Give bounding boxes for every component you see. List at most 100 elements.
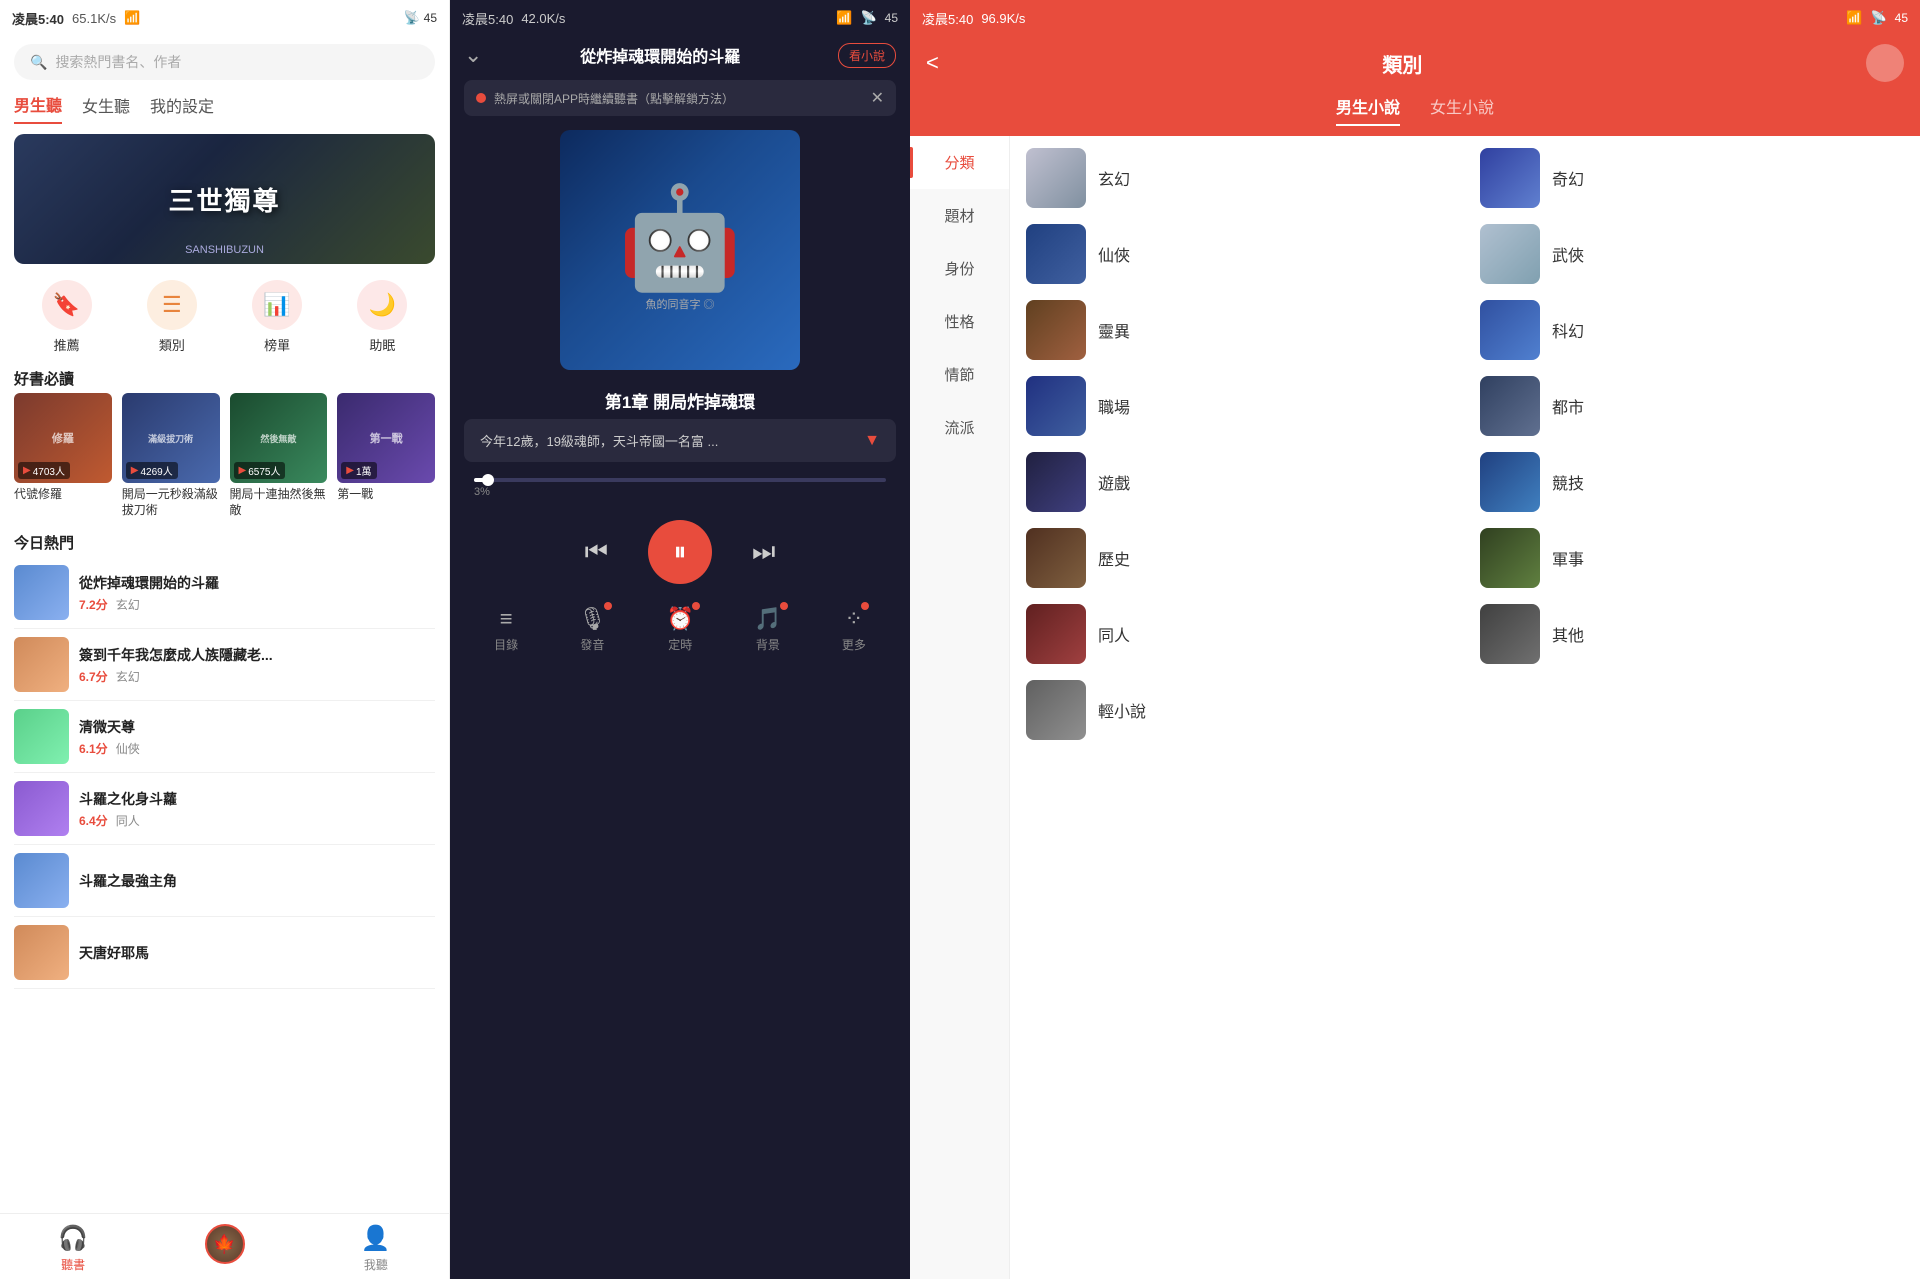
- sidebar-item-plot[interactable]: 情節: [910, 348, 1009, 401]
- genre-junshi[interactable]: 軍事: [1480, 528, 1904, 588]
- sidebar-item-personality[interactable]: 性格: [910, 295, 1009, 348]
- genre-lishi[interactable]: 歷史: [1026, 528, 1450, 588]
- book-badge-3: ▶ 1萬: [341, 462, 376, 479]
- genre-thumb-kehuan: [1480, 300, 1540, 360]
- banner-title: 三世獨尊: [168, 181, 280, 218]
- read-novel-button[interactable]: 看小說: [838, 43, 896, 68]
- hot-score-3: 6.4分: [79, 812, 108, 829]
- hot-item-2[interactable]: 清微天尊 6.1分 仙俠: [14, 701, 435, 773]
- progress-bar[interactable]: [474, 478, 886, 482]
- genre-qingxiao[interactable]: 輕小說: [1026, 680, 1450, 740]
- genre-kehuan[interactable]: 科幻: [1480, 300, 1904, 360]
- sidebar-item-classification[interactable]: 分類: [910, 136, 1009, 189]
- speed-3: 96.9K/s: [981, 11, 1025, 26]
- genre-wuxia[interactable]: 武俠: [1480, 224, 1904, 284]
- nav-audiobook[interactable]: 🎧 聽書: [58, 1224, 88, 1273]
- player-header: ⌄ 從炸掉魂環開始的斗羅 看小說: [450, 36, 910, 74]
- my-listen-icon: 👤: [361, 1224, 391, 1253]
- section-good-reads: 好書必讀: [0, 362, 449, 393]
- book-card-2[interactable]: 然後無敵 ▶ 6575人 開局十連抽然後無敵: [230, 393, 328, 518]
- book-cover-0: 修羅 ▶ 4703人: [14, 393, 112, 483]
- action-background[interactable]: 🎵 背景: [754, 606, 781, 653]
- category-back-button[interactable]: <: [926, 50, 939, 76]
- tab-male[interactable]: 男生聽: [14, 92, 62, 124]
- genre-zhichang[interactable]: 職場: [1026, 376, 1450, 436]
- action-category[interactable]: ☰ 類別: [147, 280, 197, 354]
- lyric-text: 今年12歲，19級魂師，天斗帝國一名富 ...: [480, 431, 856, 450]
- genre-xianxia[interactable]: 仙俠: [1026, 224, 1450, 284]
- hot-item-0[interactable]: 從炸掉魂環開始的斗羅 7.2分 玄幻: [14, 557, 435, 629]
- hot-title-0: 從炸掉魂環開始的斗羅: [79, 573, 435, 593]
- tab-female-novel[interactable]: 女生小說: [1430, 94, 1494, 126]
- action-more[interactable]: ⁘ 更多: [842, 606, 866, 653]
- hot-item-4[interactable]: 斗羅之最強主角: [14, 845, 435, 917]
- action-sleep[interactable]: 🌙 助眠: [357, 280, 407, 354]
- album-art-inner: 🤖 魚的同音字 ◎: [560, 130, 800, 370]
- play-icon-0: ▶: [23, 465, 31, 476]
- book-card-0[interactable]: 修羅 ▶ 4703人 代號修羅: [14, 393, 112, 518]
- hot-score-1: 6.7分: [79, 668, 108, 685]
- speed-1: 65.1K/s: [72, 11, 116, 26]
- sidebar-item-identity[interactable]: 身份: [910, 242, 1009, 295]
- genre-qihuan[interactable]: 奇幻: [1480, 148, 1904, 208]
- home-banner[interactable]: 三世獨尊 SANSHIBUZUN: [14, 134, 435, 264]
- action-voice[interactable]: 🎙 發音: [578, 606, 606, 653]
- player-bottom-actions: ≡ 目錄 🎙 發音 ⏰ 定時 🎵 背景 ⁘ 更多: [450, 596, 910, 673]
- hot-title-3: 斗羅之化身斗蘿: [79, 789, 435, 809]
- genre-name-dushi: 都市: [1552, 394, 1584, 418]
- category-sidebar: 分類 題材 身份 性格 情節 流派: [910, 136, 1010, 1279]
- genre-name-qihuan: 奇幻: [1552, 166, 1584, 190]
- player-back-button[interactable]: ⌄: [464, 42, 482, 68]
- hot-item-1[interactable]: 簽到千年我怎麼成人族隱藏老... 6.7分 玄幻: [14, 629, 435, 701]
- progress-thumb[interactable]: [482, 474, 494, 486]
- tab-male-novel[interactable]: 男生小說: [1336, 94, 1400, 126]
- prev-button[interactable]: ⏮: [585, 536, 608, 568]
- voice-label: 發音: [580, 636, 604, 653]
- nav-audiobook-label: 聽書: [61, 1256, 85, 1273]
- genre-xuanhuan[interactable]: 玄幻: [1026, 148, 1450, 208]
- sidebar-item-theme[interactable]: 題材: [910, 189, 1009, 242]
- hot-item-3[interactable]: 斗羅之化身斗蘿 6.4分 同人: [14, 773, 435, 845]
- genre-qita[interactable]: 其他: [1480, 604, 1904, 664]
- playlist-label: 目錄: [494, 636, 518, 653]
- status-bar-3: 凌晨5:40 96.9K/s 📶 📡 45: [910, 0, 1920, 36]
- search-bar[interactable]: 🔍 搜索熱門書名、作者: [14, 44, 435, 80]
- section-hot: 今日熱門: [0, 526, 449, 557]
- hot-title-4: 斗羅之最強主角: [79, 871, 435, 891]
- battery-3: 45: [1895, 11, 1908, 25]
- action-ranking[interactable]: 📊 榜單: [252, 280, 302, 354]
- genre-thumb-zhichang: [1026, 376, 1086, 436]
- genre-thumb-dushi: [1480, 376, 1540, 436]
- hot-item-5[interactable]: 天唐好耶馬: [14, 917, 435, 989]
- genre-tongren[interactable]: 同人: [1026, 604, 1450, 664]
- genre-youxi[interactable]: 遊戲: [1026, 452, 1450, 512]
- avatar-icon: 🍁: [205, 1224, 245, 1264]
- book-cover-1: 滿級拔刀術 ▶ 4269人: [122, 393, 220, 483]
- book-card-1[interactable]: 滿級拔刀術 ▶ 4269人 開局一元秒殺滿級拔刀術: [122, 393, 220, 518]
- action-recommend[interactable]: 🔖 推薦: [42, 280, 92, 354]
- action-playlist[interactable]: ≡ 目錄: [494, 606, 518, 653]
- ad-close-button[interactable]: ✕: [871, 88, 884, 108]
- nav-my-listen[interactable]: 👤 我聽: [361, 1224, 391, 1273]
- action-timer[interactable]: ⏰ 定時: [667, 606, 694, 653]
- pause-icon: ⏸: [673, 536, 686, 568]
- play-pause-button[interactable]: ⏸: [648, 520, 712, 584]
- banner-sub: SANSHIBUZUN: [185, 244, 264, 256]
- hot-info-2: 清微天尊 6.1分 仙俠: [79, 709, 435, 764]
- sidebar-item-genre[interactable]: 流派: [910, 401, 1009, 454]
- genre-linyi[interactable]: 靈異: [1026, 300, 1450, 360]
- voice-badge: [604, 602, 612, 610]
- genre-jingji[interactable]: 競技: [1480, 452, 1904, 512]
- genre-dushi[interactable]: 都市: [1480, 376, 1904, 436]
- user-avatar[interactable]: [1866, 44, 1904, 82]
- book-card-3[interactable]: 第一戰 ▶ 1萬 第一戰: [337, 393, 435, 518]
- hot-genre-0: 玄幻: [116, 596, 140, 613]
- play-icon-3: ▶: [346, 465, 354, 476]
- next-button[interactable]: ⏭: [752, 536, 775, 568]
- lyric-preview[interactable]: 今年12歲，19級魂師，天斗帝國一名富 ... ▼: [464, 419, 896, 462]
- hot-genre-1: 玄幻: [116, 668, 140, 685]
- tab-female[interactable]: 女生聽: [82, 93, 130, 123]
- tab-settings[interactable]: 我的設定: [150, 93, 214, 123]
- nav-featured[interactable]: 🍁: [205, 1224, 245, 1273]
- nav-my-listen-label: 我聽: [364, 1256, 388, 1273]
